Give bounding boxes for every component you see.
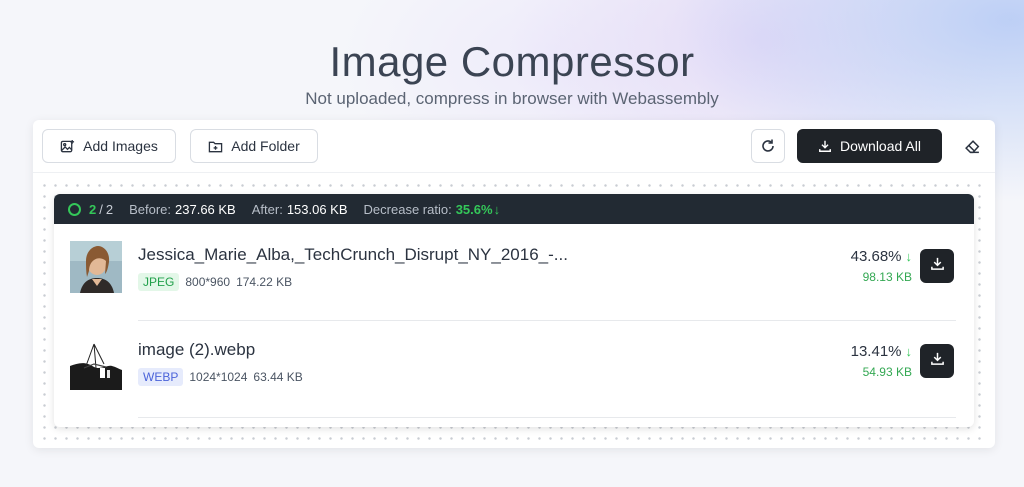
ratio-text: 13.41% [850, 343, 902, 360]
eraser-icon [964, 138, 981, 155]
download-button[interactable] [920, 344, 954, 378]
page-title: Image Compressor [329, 38, 695, 85]
down-arrow-icon: ↓ [905, 249, 913, 264]
compression-ratio: 43.68% ↓ [851, 248, 912, 265]
page-subtitle: Not uploaded, compress in browser with W… [305, 89, 719, 108]
compressed-size: 54.93 KB [862, 365, 912, 379]
file-dimensions: 800*960 [185, 275, 231, 289]
download-icon [930, 351, 945, 371]
refresh-button[interactable] [751, 129, 785, 163]
ratio-arrow-icon: ↓ [493, 201, 501, 217]
format-badge: JPEG [138, 273, 180, 291]
add-folder-button[interactable]: Add Folder [190, 129, 318, 163]
file-name: image (2).webp [138, 340, 256, 359]
file-dimensions: 1024*1024 [189, 370, 248, 384]
download-icon [930, 256, 945, 276]
down-arrow-icon: ↓ [905, 344, 913, 359]
add-images-label: Add Images [83, 138, 158, 154]
after-value: 153.06 KB [286, 201, 348, 217]
list-item: Jessica_Marie_Alba,_TechCrunch_Disrupt_N… [54, 224, 974, 321]
refresh-icon [760, 138, 776, 154]
file-meta: JPEG 800*960 174.22 KB [138, 273, 292, 291]
list-item: image (2).webp WEBP 1024*1024 63.44 KB 1… [54, 321, 974, 418]
bw-landscape-thumbnail [70, 338, 122, 390]
summary-bar: 2 / 2 Before: 237.66 KB After: 153.06 KB… [54, 194, 974, 224]
before-value: 237.66 KB [175, 201, 236, 217]
compressed-size: 98.13 KB [862, 270, 912, 284]
toolbar: Add Images Add Folder Download All [33, 120, 995, 173]
folder-plus-icon [208, 139, 223, 154]
file-meta: WEBP 1024*1024 63.44 KB [138, 368, 303, 386]
add-image-icon [60, 139, 75, 154]
clear-button[interactable] [955, 129, 989, 163]
download-button[interactable] [920, 249, 954, 283]
file-name: Jessica_Marie_Alba,_TechCrunch_Disrupt_N… [138, 245, 568, 264]
count-separator: / [99, 201, 103, 217]
divider [138, 417, 956, 418]
download-icon [818, 139, 832, 153]
compression-ratio: 13.41% ↓ [851, 343, 912, 360]
download-all-label: Download All [840, 138, 921, 154]
progress-ring-icon [68, 202, 81, 216]
done-count: 2 [89, 201, 97, 217]
download-all-button[interactable]: Download All [797, 129, 942, 163]
after-label: After: [251, 201, 283, 217]
ratio-label: Decrease ratio: [363, 201, 452, 217]
add-folder-label: Add Folder [231, 138, 300, 154]
original-size: 174.22 KB [236, 275, 293, 289]
original-size: 63.44 KB [253, 370, 303, 384]
ratio-text: 43.68% [850, 248, 902, 265]
portrait-thumbnail [70, 241, 122, 293]
total-count: 2 [105, 201, 114, 217]
format-badge: WEBP [138, 368, 184, 386]
file-list: 2 / 2 Before: 237.66 KB After: 153.06 KB… [54, 194, 974, 427]
before-label: Before: [129, 201, 172, 217]
add-images-button[interactable]: Add Images [42, 129, 176, 163]
ratio-value: 35.6% [455, 201, 493, 217]
compressor-card: Add Images Add Folder Download All 2 / 2… [33, 120, 995, 448]
